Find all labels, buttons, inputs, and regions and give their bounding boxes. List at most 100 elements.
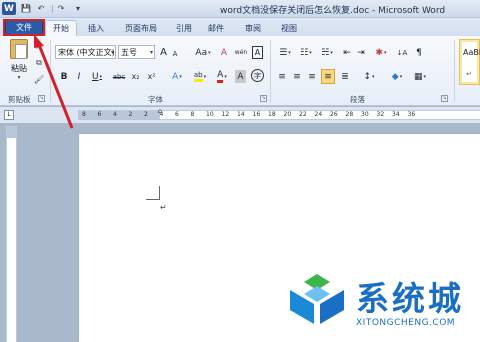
- tab-file[interactable]: 文件: [5, 20, 43, 35]
- numbering-label: ☷: [300, 47, 309, 58]
- decrease-indent-icon[interactable]: ⇤: [341, 46, 353, 59]
- sort-icon[interactable]: ↓A: [395, 46, 409, 59]
- text-boundary-corner-mark: [146, 186, 160, 200]
- customize-quick-access-icon[interactable]: ▾: [72, 2, 84, 15]
- numbering-icon[interactable]: ☷ ▾: [297, 46, 315, 59]
- tab-review[interactable]: 审阅: [240, 20, 266, 36]
- tab-view[interactable]: 视图: [276, 20, 302, 36]
- align-center-icon[interactable]: ≡: [291, 70, 303, 83]
- clipboard-launcher-icon[interactable]: ↘: [38, 95, 45, 102]
- format-painter-icon[interactable]: 🖌: [34, 74, 44, 84]
- bullets-label: ☰: [279, 47, 288, 58]
- ruler-number: 16: [252, 111, 261, 118]
- watermark-url: XITONGCHENG.COM: [356, 318, 456, 328]
- paragraph-launcher-icon[interactable]: ↘: [441, 95, 448, 102]
- chevron-down-icon: ▾: [309, 49, 312, 56]
- tab-home[interactable]: 开始: [45, 20, 77, 36]
- character-border-icon[interactable]: A: [252, 46, 263, 59]
- ruler-number: 22: [299, 111, 307, 118]
- enclose-characters-icon[interactable]: 字: [251, 69, 264, 82]
- ruler-number: 18: [268, 111, 276, 118]
- phonetic-guide-icon[interactable]: wén: [233, 46, 249, 59]
- vertical-ruler-margin-area: [7, 126, 16, 138]
- distributed-icon[interactable]: ≣: [339, 70, 351, 83]
- ruler-number: 8: [190, 111, 195, 118]
- font-name-select[interactable]: 宋体 (中文正文) ▾: [55, 45, 116, 59]
- paste-button[interactable]: 粘贴 ▾: [6, 39, 32, 87]
- redo-icon[interactable]: ↷: [55, 2, 67, 15]
- font-color-label: A: [217, 70, 224, 83]
- ribbon-home: 粘贴 ▾ ✂ ⧉ 🖌 剪贴板 ↘ 宋体 (中文正文) ▾ 五号 ▾ A A Aa…: [0, 36, 480, 106]
- underline-label: U: [91, 71, 99, 82]
- style-gallery-item[interactable]: AaBb ↵: [459, 39, 480, 85]
- group-label-clipboard: 剪贴板: [8, 95, 31, 104]
- tab-mailings[interactable]: 邮件: [203, 20, 229, 36]
- line-spacing-label: ↕: [363, 71, 372, 82]
- save-icon[interactable]: 💾: [20, 2, 32, 15]
- chevron-down-icon: ▾: [179, 73, 182, 80]
- bold-icon[interactable]: B: [58, 70, 70, 83]
- chevron-down-icon: ▾: [208, 49, 211, 56]
- borders-label: ▦: [413, 71, 423, 82]
- chevron-down-icon: ▾: [149, 48, 153, 56]
- copy-icon[interactable]: ⧉: [34, 58, 44, 68]
- character-shading-icon[interactable]: A: [235, 70, 246, 83]
- italic-icon[interactable]: I: [73, 70, 85, 83]
- line-spacing-icon[interactable]: ↕ ▾: [360, 70, 378, 83]
- undo-icon[interactable]: ↶: [35, 2, 47, 15]
- paste-label: 粘贴: [11, 64, 27, 73]
- show-marks-icon[interactable]: ¶: [413, 46, 425, 59]
- chevron-down-icon[interactable]: ▾: [6, 74, 32, 81]
- indent-marker-icon[interactable]: ⌂: [156, 107, 164, 123]
- text-effects-label: A: [172, 71, 179, 82]
- change-case-icon[interactable]: Aa ▾: [193, 46, 213, 59]
- align-right-icon[interactable]: ≡: [306, 70, 318, 83]
- vertical-ruler[interactable]: [6, 126, 17, 342]
- tab-insert[interactable]: 插入: [82, 20, 110, 36]
- clear-formatting-icon[interactable]: A: [218, 46, 230, 59]
- chinese-layout-icon[interactable]: ✱ ▾: [372, 46, 390, 59]
- ruler-number: 14: [237, 111, 245, 118]
- subscript-icon[interactable]: x₂: [129, 70, 142, 83]
- ruler-number: 32: [376, 111, 385, 118]
- tab-selector-button[interactable]: L: [4, 110, 14, 120]
- highlight-label: ab: [193, 71, 203, 82]
- underline-icon[interactable]: U ▾: [88, 70, 106, 83]
- title-bar: W 💾 ↶ | ↷ ▾ word文档没保存关闭后怎么恢复.doc - Micro…: [0, 0, 480, 18]
- shading-icon[interactable]: ◆ ▾: [388, 70, 406, 83]
- align-left-icon[interactable]: ≡: [276, 70, 288, 83]
- ruler-number: 30: [361, 111, 369, 118]
- group-label-paragraph: 段落: [350, 95, 365, 104]
- borders-icon[interactable]: ▦ ▾: [411, 70, 429, 83]
- ruler-number: 6: [175, 111, 179, 118]
- horizontal-ruler[interactable]: 8 6 4 2 2 4 6 8 10 12 14 16 18 20 22 24 26 28 30 32 34 36: [78, 110, 480, 120]
- increase-indent-icon[interactable]: ⇥: [355, 46, 367, 59]
- window-title: word文档没保存关闭后怎么恢复.doc - Microsoft Word: [220, 6, 446, 16]
- chevron-down-icon: ▾: [330, 49, 333, 56]
- chevron-down-icon: ▾: [203, 73, 207, 80]
- tab-page-layout[interactable]: 页面布局: [118, 20, 164, 36]
- shrink-font-icon[interactable]: A: [170, 47, 180, 60]
- font-size-select[interactable]: 五号 ▾: [118, 45, 155, 59]
- chevron-down-icon: ▾: [423, 73, 427, 80]
- chevron-down-icon: ▾: [224, 73, 227, 80]
- grow-font-icon[interactable]: A: [158, 46, 169, 59]
- paragraph-mark: ↵: [160, 203, 167, 212]
- font-color-icon[interactable]: A ▾: [213, 70, 231, 83]
- ruler-row: L 8 6 4 2 2 4 6 8 10 12 14 16 18 20 22 24 26 28 30 32 34 36: [0, 107, 480, 123]
- multilevel-list-icon[interactable]: ☵ ▾: [318, 46, 336, 59]
- clipboard-icon: [10, 39, 28, 59]
- justify-icon[interactable]: ≡: [321, 69, 335, 84]
- bullets-icon[interactable]: ☰ ▾: [276, 46, 294, 59]
- highlight-icon[interactable]: ab ▾: [190, 70, 210, 83]
- tab-references[interactable]: 引用: [171, 20, 197, 36]
- font-launcher-icon[interactable]: ↘: [260, 95, 267, 102]
- word-app-icon[interactable]: W: [2, 2, 16, 15]
- superscript-icon[interactable]: x²: [145, 70, 158, 83]
- group-divider: [50, 40, 51, 102]
- watermark-site-name: 系统城: [356, 279, 464, 318]
- text-effects-icon[interactable]: A ▾: [168, 70, 186, 83]
- cut-icon[interactable]: ✂: [34, 42, 44, 52]
- ruler-number: 26: [330, 111, 338, 118]
- strikethrough-icon[interactable]: abc: [111, 70, 127, 83]
